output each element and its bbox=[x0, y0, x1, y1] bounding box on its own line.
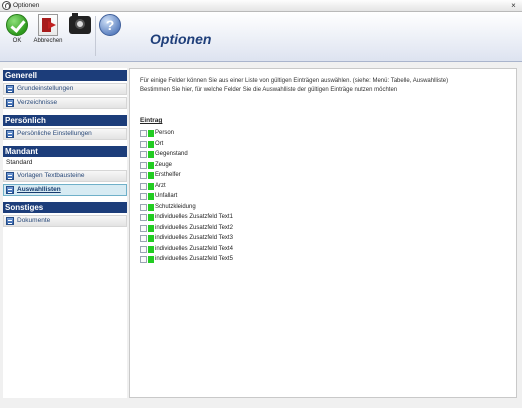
entry-label: individuelles Zusatzfeld Text5 bbox=[155, 256, 233, 262]
entry-label: Ort bbox=[155, 140, 164, 147]
ok-button[interactable]: OK bbox=[5, 14, 29, 44]
status-swatch bbox=[148, 182, 154, 190]
entry-checkbox[interactable] bbox=[140, 161, 147, 169]
entry-checkbox[interactable] bbox=[140, 203, 147, 211]
entry-checkbox[interactable] bbox=[140, 235, 147, 242]
entry-label: Person bbox=[155, 130, 175, 136]
entry-label: Zeuge bbox=[155, 161, 173, 168]
list-page-icon bbox=[6, 186, 14, 194]
entry-checkbox[interactable] bbox=[140, 224, 147, 232]
template-page-icon bbox=[6, 172, 14, 180]
nav-item-verzeichnisse[interactable]: Verzeichnisse bbox=[3, 97, 127, 109]
entry-checkbox[interactable] bbox=[140, 182, 147, 190]
entry-checkbox[interactable] bbox=[140, 151, 147, 158]
entry-label: Gegenstand bbox=[155, 151, 188, 157]
section-mandant: Mandant bbox=[3, 146, 127, 157]
nav-item-label: Vorlagen Textbausteine bbox=[17, 172, 85, 179]
status-swatch bbox=[148, 193, 154, 200]
entry-checkbox[interactable] bbox=[140, 172, 147, 179]
nav-item-auswahllisten[interactable]: Auswahllisten bbox=[3, 184, 127, 196]
entry-label: individuelles Zusatzfeld Text1 bbox=[155, 214, 233, 220]
folder-page-icon bbox=[6, 99, 14, 107]
entry-checkbox[interactable] bbox=[140, 140, 147, 148]
status-strip bbox=[0, 398, 522, 408]
window-title: Optionen bbox=[13, 2, 40, 9]
screenshot-button[interactable] bbox=[67, 13, 93, 34]
ok-label: OK bbox=[12, 38, 22, 44]
intro-text: Für einige Felder können Sie aus einer L… bbox=[140, 77, 510, 95]
column-header-eintrag: Eintrag bbox=[140, 117, 163, 124]
intro-line: Bestimmen Sie hier, für welche Felder Si… bbox=[140, 87, 398, 93]
intro-line: Für einige Felder können Sie aus einer L… bbox=[140, 78, 449, 84]
nav-item-persoenliche-einstellungen[interactable]: Persönliche Einstellungen bbox=[3, 128, 127, 140]
entry-checkbox[interactable] bbox=[140, 193, 147, 200]
cancel-label: Abbrechen bbox=[33, 38, 63, 44]
nav-item-grundeinstellungen[interactable]: Grundeinstellungen bbox=[3, 83, 127, 95]
mandant-name: Standard bbox=[6, 159, 33, 166]
entry-label: Ersthelfer bbox=[155, 172, 181, 178]
nav-item-label: Persönliche Einstellungen bbox=[17, 130, 92, 137]
close-button[interactable]: × bbox=[508, 1, 519, 10]
entry-label: Arzt bbox=[155, 182, 166, 189]
entry-label: individuelles Zusatzfeld Text3 bbox=[155, 235, 233, 241]
entry-label: individuelles Zusatzfeld Text4 bbox=[155, 245, 233, 252]
status-swatch bbox=[148, 256, 154, 263]
exit-icon bbox=[38, 14, 58, 36]
entry-label: Unfallart bbox=[155, 193, 178, 199]
nav-item-dokumente[interactable]: Dokumente bbox=[3, 215, 127, 227]
toolbar: OK Abbrechen ? Optionen bbox=[0, 12, 522, 62]
app-icon bbox=[2, 1, 11, 10]
section-persoenlich: Persönlich bbox=[3, 115, 127, 126]
status-swatch bbox=[148, 161, 154, 169]
entry-checkbox[interactable] bbox=[140, 256, 147, 263]
help-button[interactable]: ? bbox=[97, 14, 123, 36]
status-swatch bbox=[148, 130, 154, 137]
entry-checkbox[interactable] bbox=[140, 245, 147, 253]
status-swatch bbox=[148, 151, 154, 158]
status-swatch bbox=[148, 214, 154, 221]
content-panel: Für einige Felder können Sie aus einer L… bbox=[129, 68, 517, 398]
user-page-icon bbox=[6, 130, 14, 138]
status-swatch bbox=[148, 203, 154, 211]
entry-label: individuelles Zusatzfeld Text2 bbox=[155, 224, 233, 231]
sidebar: Generell Grundeinstellungen Verzeichniss… bbox=[3, 68, 127, 398]
section-generell: Generell bbox=[3, 70, 127, 81]
section-sonstiges: Sonstiges bbox=[3, 202, 127, 213]
title-bar: Optionen × bbox=[0, 0, 522, 12]
status-swatch bbox=[148, 172, 154, 179]
status-swatch bbox=[148, 140, 154, 148]
cancel-button[interactable]: Abbrechen bbox=[33, 14, 63, 44]
status-swatch bbox=[148, 235, 154, 242]
checkmark-icon bbox=[6, 14, 28, 36]
entry-checkbox[interactable] bbox=[140, 214, 147, 221]
status-swatch bbox=[148, 224, 154, 232]
toolbar-separator bbox=[95, 16, 96, 56]
settings-page-icon bbox=[6, 85, 14, 93]
nav-item-vorlagen-textbausteine[interactable]: Vorlagen Textbausteine bbox=[3, 170, 127, 182]
camera-icon bbox=[69, 13, 91, 34]
nav-item-label: Auswahllisten bbox=[17, 186, 61, 193]
nav-item-label: Grundeinstellungen bbox=[17, 85, 74, 92]
nav-item-label: Verzeichnisse bbox=[17, 99, 58, 106]
status-swatch bbox=[148, 245, 154, 253]
entry-label: Schutzkleidung bbox=[155, 203, 196, 210]
page-title: Optionen bbox=[150, 31, 212, 47]
entry-checkbox[interactable] bbox=[140, 130, 147, 137]
document-page-icon bbox=[6, 217, 14, 225]
help-icon: ? bbox=[99, 14, 121, 36]
nav-item-label: Dokumente bbox=[17, 217, 51, 224]
